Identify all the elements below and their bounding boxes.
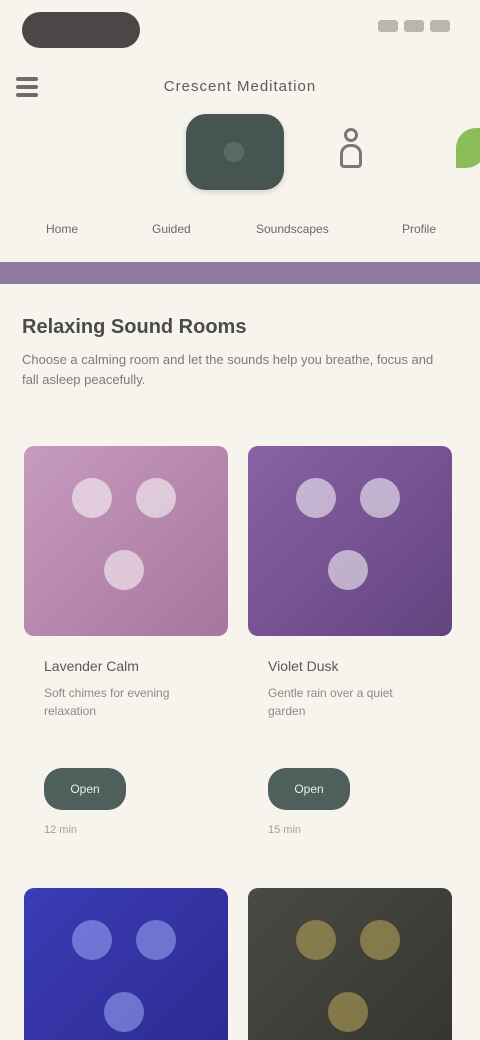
room-name: Lavender Calm: [44, 658, 139, 674]
menu-icon[interactable]: [12, 72, 42, 102]
room-art: [248, 888, 452, 1040]
wifi-icon: [404, 20, 424, 32]
app-title: Crescent Meditation: [163, 78, 317, 95]
tab-profile[interactable]: Profile: [402, 222, 436, 236]
section-divider: [0, 262, 480, 284]
room-card[interactable]: [248, 888, 452, 1040]
room-card[interactable]: Lavender Calm Soft chimes for evening re…: [24, 446, 228, 836]
room-duration: 12 min: [44, 824, 78, 836]
room-name: Violet Dusk: [268, 658, 339, 674]
section-title: Relaxing Sound Rooms: [22, 316, 247, 338]
room-card[interactable]: [24, 888, 228, 1040]
signal-icon: [378, 20, 398, 32]
meditation-figure-icon[interactable]: [336, 128, 366, 172]
room-card[interactable]: Violet Dusk Gentle rain over a quiet gar…: [248, 446, 452, 836]
room-meta: Gentle rain over a quiet garden: [268, 686, 393, 718]
battery-icon: [430, 20, 450, 32]
status-icons: [378, 20, 450, 32]
room-meta: Soft chimes for evening relaxation: [44, 686, 170, 718]
room-art: [248, 446, 452, 636]
tab-guided[interactable]: Guided: [152, 222, 191, 236]
mode-selector-button[interactable]: [186, 114, 284, 190]
room-art: [24, 888, 228, 1040]
open-room-button[interactable]: Open: [268, 768, 350, 810]
room-duration: 15 min: [268, 824, 302, 836]
room-art: [24, 446, 228, 636]
tab-soundscapes[interactable]: Soundscapes: [256, 222, 329, 236]
status-pill: [22, 12, 140, 48]
section-description: Choose a calming room and let the sounds…: [22, 352, 434, 387]
tab-home[interactable]: Home: [46, 222, 78, 236]
open-room-button[interactable]: Open: [44, 768, 126, 810]
leaf-icon[interactable]: [456, 128, 480, 168]
mode-dot-icon: [224, 142, 244, 162]
tab-bar: Home Guided Soundscapes Profile: [0, 222, 480, 246]
